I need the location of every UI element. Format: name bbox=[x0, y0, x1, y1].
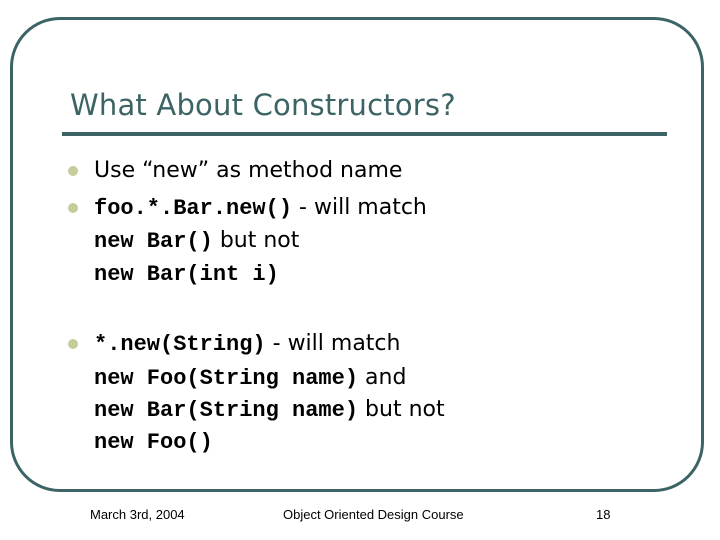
prose-text: and bbox=[358, 365, 407, 390]
bullet-3-line-2: new Foo(String name) and bbox=[94, 362, 406, 394]
bullet-2-line-1: foo.*.Bar.new() - will match bbox=[94, 192, 427, 224]
code-text: *.new(String) bbox=[94, 332, 266, 357]
footer-page-number: 18 bbox=[596, 507, 611, 522]
bullet-3-line-3: new Bar(String name) but not bbox=[94, 394, 445, 426]
bullet-3-line-1: *.new(String) - will match bbox=[94, 328, 400, 360]
slide-title: What About Constructors? bbox=[70, 88, 456, 122]
footer-date: March 3rd, 2004 bbox=[90, 507, 185, 522]
bullet-icon bbox=[68, 203, 78, 213]
code-text: foo.*.Bar.new() bbox=[94, 196, 293, 221]
bullet-2-line-3: new Bar(int i) bbox=[94, 258, 279, 290]
bullet-2-line-2: new Bar() but not bbox=[94, 225, 299, 257]
prose-text: - will match bbox=[265, 331, 401, 356]
prose-text: - will match bbox=[292, 195, 427, 220]
prose-text: Use “new” as method name bbox=[94, 158, 403, 183]
bullet-icon bbox=[68, 166, 78, 176]
code-text: new Bar(int i) bbox=[94, 262, 279, 287]
code-text: new Bar(String name) bbox=[94, 398, 359, 423]
footer-course: Object Oriented Design Course bbox=[283, 507, 464, 522]
code-text: new Foo() bbox=[94, 430, 213, 455]
title-underline bbox=[62, 132, 667, 136]
code-text: new Bar() bbox=[94, 229, 213, 254]
prose-text: but not bbox=[212, 228, 300, 253]
bullet-1-line-1: Use “new” as method name bbox=[94, 155, 402, 186]
code-text: new Foo(String name) bbox=[94, 366, 359, 391]
bullet-icon bbox=[68, 339, 78, 349]
bullet-3-line-4: new Foo() bbox=[94, 426, 213, 458]
prose-text: but not bbox=[358, 397, 445, 422]
